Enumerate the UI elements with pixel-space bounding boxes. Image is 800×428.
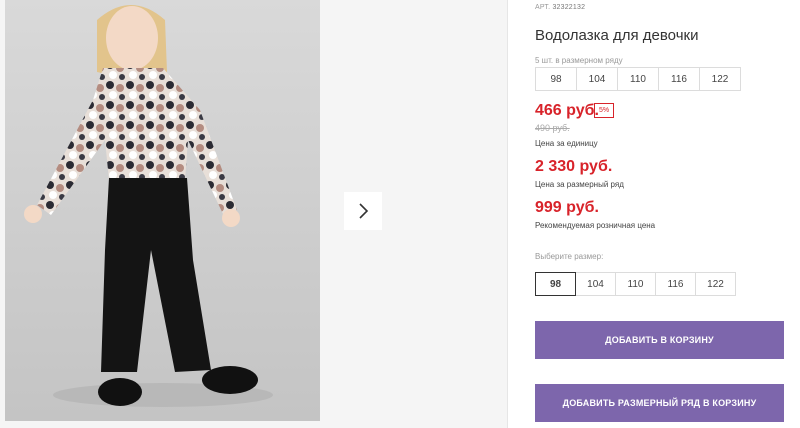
unit-price-label: Цена за единицу: [535, 139, 598, 148]
product-gallery: [0, 0, 508, 428]
size-picker: 98 104 110 116 122: [535, 272, 736, 296]
product-photo-image: [5, 0, 320, 421]
size-row-price: 2 330 руб.: [535, 158, 613, 175]
size-option-122[interactable]: 122: [695, 272, 736, 296]
size-picker-label: Выберите размер:: [535, 252, 604, 261]
old-price: 490 руб.: [535, 123, 570, 133]
unit-price: 466 руб.: [535, 102, 599, 119]
add-size-row-to-cart-button[interactable]: ДОБАВИТЬ РАЗМЕРНЫЙ РЯД В КОРЗИНУ: [535, 384, 784, 422]
article-number: АРТ. 32322132: [535, 4, 585, 11]
next-image-button[interactable]: [344, 192, 382, 230]
size-row-list: 98 104 110 116 122: [535, 67, 741, 91]
add-to-cart-button[interactable]: ДОБАВИТЬ В КОРЗИНУ: [535, 321, 784, 359]
size-row-item: 98: [535, 67, 577, 91]
size-option-110[interactable]: 110: [615, 272, 656, 296]
size-row-item: 110: [617, 67, 659, 91]
size-row-hint: 5 шт. в размерном ряду: [535, 56, 623, 65]
article-value: 32322132: [552, 4, 586, 11]
article-label: АРТ.: [535, 4, 551, 11]
size-row-item: 122: [699, 67, 741, 91]
chevron-right-icon: [359, 203, 369, 219]
size-row-price-label: Цена за размерный ряд: [535, 180, 624, 189]
size-option-104[interactable]: 104: [575, 272, 616, 296]
size-row-item: 116: [658, 67, 700, 91]
size-row-item: 104: [576, 67, 618, 91]
retail-price-label: Рекомендуемая розничная цена: [535, 221, 656, 230]
product-title: Водолазка для девочки: [535, 27, 699, 44]
size-option-116[interactable]: 116: [655, 272, 696, 296]
product-photo[interactable]: [5, 0, 320, 421]
discount-badge: 5%: [594, 103, 615, 118]
size-option-98[interactable]: 98: [535, 272, 576, 296]
retail-price: 999 руб.: [535, 199, 599, 216]
